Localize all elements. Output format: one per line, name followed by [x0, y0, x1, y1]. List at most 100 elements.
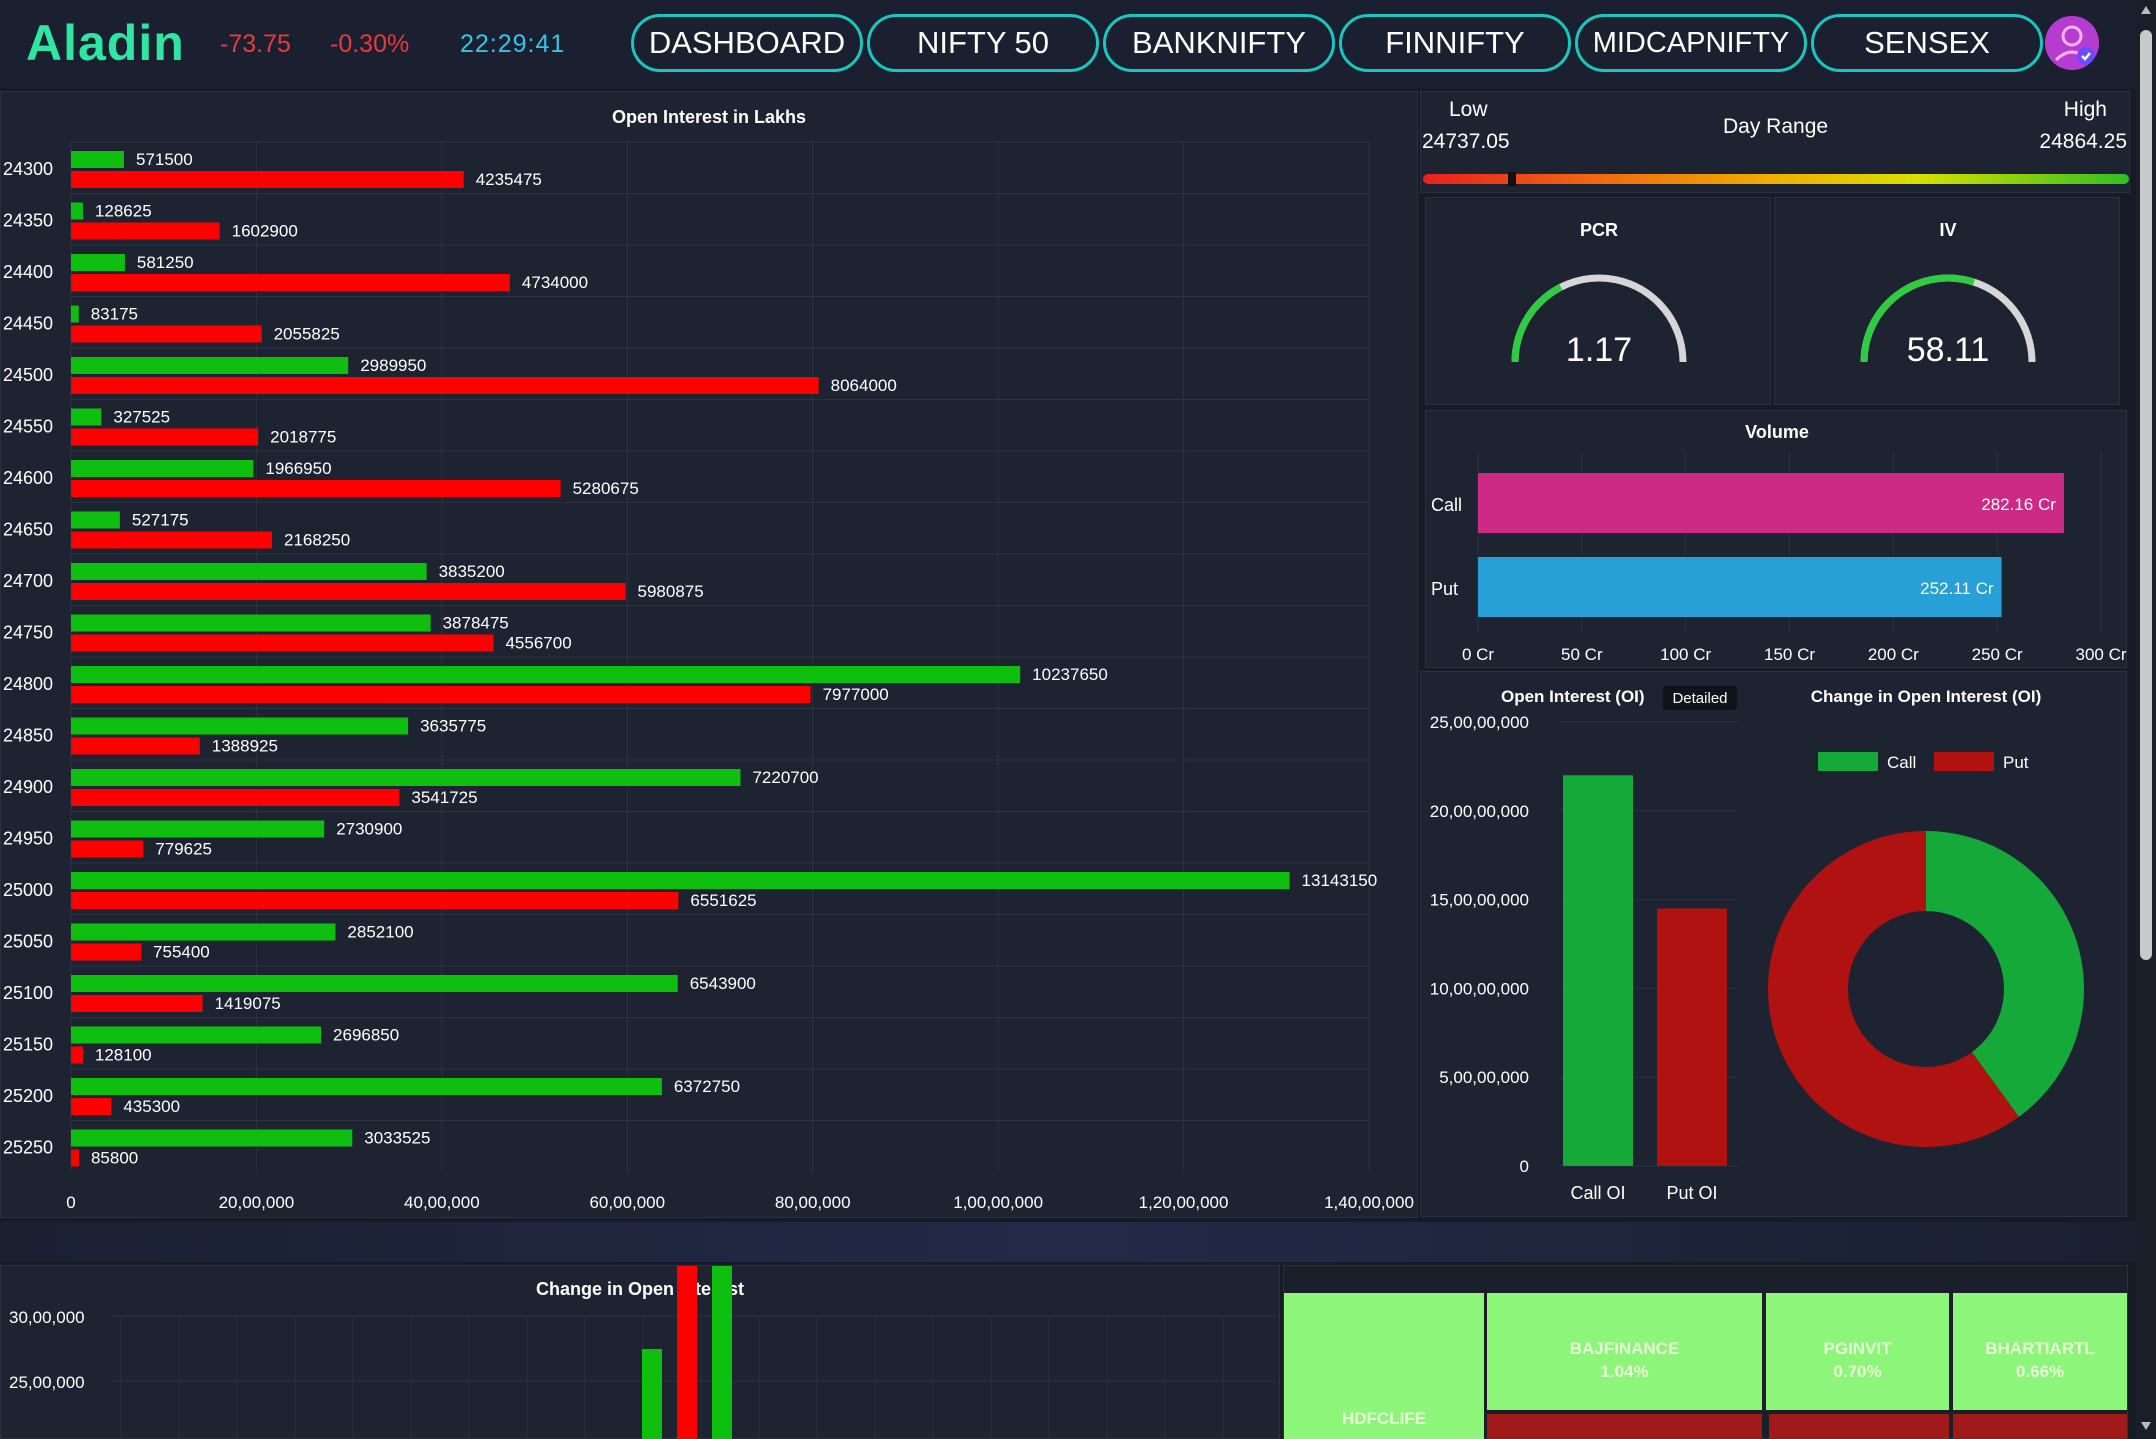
- scrollbar-thumb[interactable]: [2140, 30, 2152, 960]
- call-oi-label: 2730900: [336, 820, 402, 839]
- call-oi-bar: [71, 1078, 662, 1095]
- put-oi-label: 755400: [153, 943, 210, 962]
- pcr-panel: PCR 1.17: [1425, 197, 1771, 405]
- y-tick-label: 0: [1520, 1157, 1529, 1176]
- put-oi-bar: [71, 325, 262, 343]
- put-oi-bar: [71, 222, 220, 240]
- put-oi-label: 4235475: [476, 170, 542, 189]
- call-oi-bar: [71, 254, 125, 271]
- put-oi-bar: [71, 1046, 83, 1064]
- heatmap-tile-negative[interactable]: [1769, 1414, 1949, 1439]
- chart-title: Open Interest (OI): [1501, 687, 1645, 706]
- x-tick-label: 1,40,00,000: [1324, 1193, 1414, 1212]
- put-oi-bar: [71, 428, 259, 446]
- volume-category-label: Call: [1431, 495, 1462, 515]
- call-oi-label: 2989950: [360, 356, 426, 375]
- strike-label: 24900: [3, 777, 53, 797]
- strike-label: 24400: [3, 262, 53, 282]
- heatmap-panel: HDFCLIFE BAJFINANCE 1.04% PGINVIT 0.70% …: [1283, 1265, 2128, 1439]
- call-oi-label: 13143150: [1302, 871, 1378, 890]
- detailed-button[interactable]: Detailed: [1672, 690, 1727, 707]
- day-range-marker: [1507, 172, 1516, 186]
- heatmap-tile-hdfclife[interactable]: HDFCLIFE: [1284, 1293, 1484, 1439]
- put-oi-label: 435300: [123, 1097, 180, 1116]
- day-high-value: 24864.25: [2039, 130, 2127, 153]
- call-oi-label: 83175: [91, 305, 138, 324]
- heatmap-tile-negative[interactable]: [1487, 1414, 1762, 1439]
- x-tick-label: 50 Cr: [1561, 645, 1603, 664]
- oi-bar-label: Call OI: [1570, 1183, 1625, 1203]
- pcr-gauge: PCR 1.17: [1511, 220, 1687, 369]
- user-verified-icon[interactable]: [2045, 16, 2099, 70]
- change-oi-bar: [642, 1349, 662, 1439]
- nav-midcapnifty[interactable]: MIDCAPNIFTY: [1575, 14, 1807, 72]
- call-oi-label: 3635775: [420, 717, 486, 736]
- gauge-value: 58.11: [1907, 331, 1990, 369]
- x-tick-label: 150 Cr: [1764, 645, 1815, 664]
- put-oi-label: 3541725: [411, 788, 477, 807]
- x-tick-label: 1,00,00,000: [953, 1193, 1043, 1212]
- heatmap-tile-value: 1.04%: [1600, 1362, 1649, 1381]
- heatmap-tile-bhartiartl[interactable]: BHARTIARTL 0.66%: [1953, 1293, 2127, 1410]
- volume-panel: Volume 0 Cr 50 Cr 100 Cr 150 Cr 200 Cr 250 Cr 3…: [1425, 410, 2127, 668]
- x-tick-label: 0 Cr: [1462, 645, 1494, 664]
- day-low-value: 24737.05: [1422, 130, 1510, 153]
- day-range-panel: Low 24737.05 Day Range High 24864.25: [1420, 91, 2130, 193]
- nav-sensex[interactable]: SENSEX: [1811, 14, 2043, 72]
- y-tick-label: 5,00,00,000: [1439, 1068, 1529, 1087]
- nav-nifty-50[interactable]: NIFTY 50: [867, 14, 1099, 72]
- call-oi-label: 3878475: [443, 614, 509, 633]
- x-tick-label: 100 Cr: [1660, 645, 1711, 664]
- call-oi-bar: [71, 1026, 322, 1044]
- x-tick-label: 300 Cr: [2075, 645, 2126, 664]
- call-oi-bar: [71, 563, 427, 580]
- legend-swatch-call: [1818, 752, 1878, 771]
- call-oi-label: 6543900: [690, 974, 756, 993]
- strike-label: 25050: [3, 932, 53, 952]
- call-oi-label: 527175: [132, 511, 189, 530]
- put-oi-label: 7977000: [823, 685, 889, 704]
- scroll-down-icon[interactable]: [2141, 1422, 2151, 1430]
- heatmap-tile-pginvit[interactable]: PGINVIT 0.70%: [1766, 1293, 1949, 1410]
- nav-banknifty[interactable]: BANKNIFTY: [1103, 14, 1335, 72]
- strike-label: 25000: [3, 880, 53, 900]
- strike-label: 25150: [3, 1035, 53, 1055]
- put-oi-label: 5280675: [573, 479, 639, 498]
- put-oi-label: 2168250: [284, 531, 350, 550]
- strike-label: 24850: [3, 726, 53, 746]
- strike-label: 25200: [3, 1086, 53, 1106]
- gauge-title: PCR: [1580, 220, 1618, 240]
- call-oi-bar: [71, 717, 409, 735]
- oi-bar-label: Put OI: [1666, 1183, 1717, 1203]
- nav-finnifty[interactable]: FINNIFTY: [1339, 14, 1571, 72]
- put-oi-bar: [71, 840, 144, 858]
- day-low-label: Low: [1449, 98, 1488, 121]
- iv-gauge: IV 58.11: [1860, 220, 2036, 369]
- call-oi-label: 3835200: [439, 562, 505, 581]
- put-oi-bar: [71, 377, 819, 394]
- open-interest-panel: 0 20,00,000 40,00,000 60,00,000 80,00,000 1,0…: [0, 91, 1418, 1218]
- gauge-value: 1.17: [1566, 331, 1632, 369]
- call-oi-bar: [71, 769, 741, 786]
- put-oi-label: 1388925: [212, 737, 278, 756]
- put-oi-label: 85800: [91, 1149, 138, 1168]
- heatmap-tile-negative[interactable]: [1953, 1414, 2127, 1439]
- change-oi-chart: Change in Open Interest30,00,00025,00,00…: [9, 1102, 1276, 1439]
- legend-label-put: Put: [2003, 753, 2029, 772]
- put-oi-label: 4556700: [505, 634, 571, 653]
- strike-label: 24500: [3, 365, 53, 385]
- oi-summary-panel: Open Interest (OI) Detailed 0 5,00,00,000 10…: [1420, 671, 2127, 1217]
- heatmap-tile-bajfinance[interactable]: BAJFINANCE 1.04%: [1487, 1293, 1762, 1410]
- strike-label: 24300: [3, 159, 53, 179]
- strike-label: 24950: [3, 829, 53, 849]
- volume-chart: Volume 0 Cr 50 Cr 100 Cr 150 Cr 200 Cr 250 Cr 3…: [1431, 422, 2127, 664]
- top-bar: Aladin -73.75 -0.30% 22:29:41 DASHBOARD …: [0, 0, 2156, 88]
- change-oi-panel: Change in Open Interest 30,00,000 25,00,00…: [0, 1102, 1280, 1439]
- call-oi-bar: [71, 1129, 353, 1147]
- app-logo: Aladin: [26, 15, 185, 71]
- scroll-up-icon[interactable]: [2141, 6, 2151, 14]
- volume-bar-label: 282.16 Cr: [1981, 495, 2056, 514]
- nav-dashboard[interactable]: DASHBOARD: [631, 14, 863, 72]
- page-scrollbar[interactable]: [2136, 0, 2156, 1439]
- call-oi-label: 2696850: [333, 1026, 399, 1045]
